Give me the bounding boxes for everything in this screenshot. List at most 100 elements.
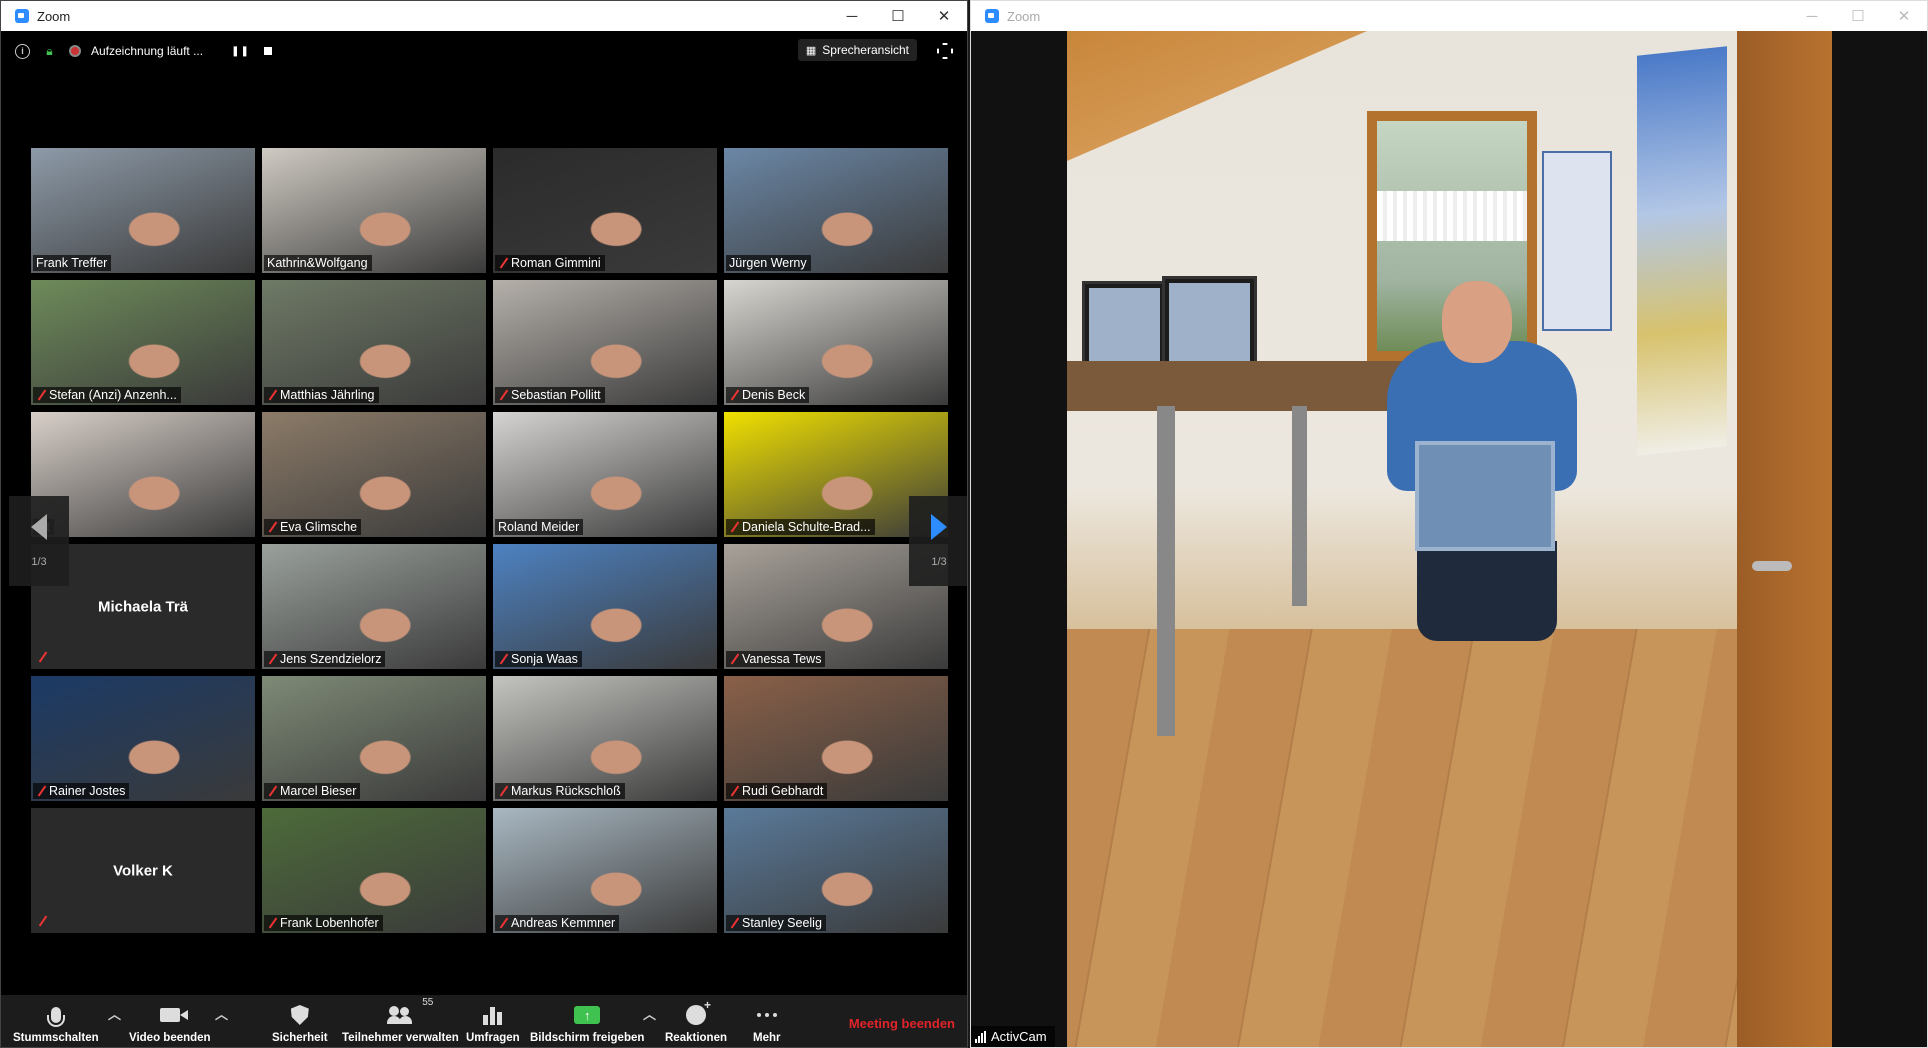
muted-mic-icon (498, 785, 508, 797)
participant-tile[interactable]: Frank Treffer (31, 148, 255, 273)
muted-mic-icon (498, 653, 508, 665)
active-speaker-video[interactable] (1067, 31, 1832, 1047)
participant-tile[interactable]: Matthias Jährling (262, 280, 486, 405)
muted-mic-icon (729, 785, 739, 797)
participant-name-label: Stanley Seelig (726, 915, 826, 931)
pause-recording-button[interactable]: ❚❚ (231, 46, 250, 57)
microphone-icon (46, 1007, 65, 1027)
maximize-button[interactable]: ☐ (1835, 1, 1881, 31)
shield-icon (290, 1005, 309, 1025)
stop-recording-button[interactable] (263, 47, 272, 55)
next-page-button[interactable]: 1/3 (909, 496, 967, 586)
participant-name: Volker K (113, 862, 173, 879)
zoom-gallery-window: Zoom ─ ☐ ✕ i 🔒︎ Aufzeichnung läuft ... ❚… (0, 0, 968, 1048)
participant-name: Sebastian Pollitt (511, 388, 601, 402)
video-options-caret[interactable]: ︿ (215, 1004, 228, 1023)
muted-mic-icon (729, 521, 739, 533)
grid-icon: ▦ (805, 44, 817, 57)
more-dots-icon (756, 1013, 777, 1017)
participant-tile[interactable]: Eva Glimsche (262, 412, 486, 537)
muted-mic-icon (267, 521, 277, 533)
participant-name-label: Stefan (Anzi) Anzenh... (33, 387, 181, 403)
participant-name: Daniela Schulte-Brad... (742, 520, 871, 534)
participant-tile[interactable]: Jens Szendzielorz (262, 544, 486, 669)
maximize-button[interactable]: ☐ (875, 1, 921, 31)
audio-options-caret[interactable]: ︿ (108, 1004, 121, 1023)
muted-mic-icon (36, 785, 46, 797)
participant-tile[interactable]: Rainer Jostes (31, 676, 255, 801)
participant-tile[interactable]: Rudi Gebhardt (724, 676, 948, 801)
arrow-left-icon (31, 514, 47, 540)
page-indicator: 1/3 (931, 556, 947, 568)
meeting-toolbar: Stummschalten ︿ Video beenden ︿ Sicherhe… (1, 995, 967, 1047)
participant-name-label: Roland Meider (495, 519, 584, 535)
speaker-view-button[interactable]: ▦ Sprecheransicht (797, 39, 917, 61)
participant-count: 55 (422, 997, 434, 1008)
bottle-crate (1415, 441, 1555, 551)
participant-name-label: Rudi Gebhardt (726, 783, 828, 799)
participant-tile[interactable]: Volker K (31, 808, 255, 933)
speaker-name: ActivCam (991, 1029, 1047, 1044)
participant-tile[interactable]: Roman Gimmini (493, 148, 717, 273)
minimize-button[interactable]: ─ (1789, 1, 1835, 31)
reactions-button[interactable]: Reaktionen (665, 998, 727, 1044)
participant-name-label: Jens Szendzielorz (264, 651, 386, 667)
participant-tile[interactable]: Roland Meider (493, 412, 717, 537)
participant-name-label: Denis Beck (726, 387, 810, 403)
camera-icon (159, 1008, 188, 1022)
lock-icon[interactable]: 🔒︎ (42, 44, 57, 59)
participant-tile[interactable]: Denis Beck (724, 280, 948, 405)
person-lifting-crate (1367, 281, 1597, 661)
participant-name-label: Frank Treffer (33, 255, 112, 271)
security-button[interactable]: Sicherheit (272, 1003, 328, 1044)
close-button[interactable]: ✕ (1881, 1, 1927, 31)
participant-name: Denis Beck (742, 388, 806, 402)
participant-tile[interactable]: Jürgen Werny (724, 148, 948, 273)
signal-strength-icon (975, 1030, 986, 1043)
participant-name: Rainer Jostes (49, 784, 126, 798)
zoom-speaker-window: Zoom ─ ☐ ✕ ActivCam (970, 0, 1928, 1048)
share-arrow-icon: ↑ (574, 1006, 601, 1024)
polls-button[interactable]: Umfragen (466, 1003, 520, 1044)
participant-tile[interactable]: Stefan (Anzi) Anzenh... (31, 280, 255, 405)
participant-tile[interactable]: Sebastian Pollitt (493, 280, 717, 405)
more-button[interactable]: Mehr (753, 1003, 780, 1044)
speaker-name-label: ActivCam (971, 1026, 1055, 1047)
participant-name-label: Sonja Waas (495, 651, 582, 667)
manage-participants-button[interactable]: 55 Teilnehmer verwalten (342, 997, 459, 1044)
participant-tile[interactable]: Markus Rückschloß (493, 676, 717, 801)
wall-map-poster (1637, 46, 1727, 456)
share-screen-button[interactable]: ↑ Bildschirm freigeben (530, 1003, 644, 1044)
share-label: Bildschirm freigeben (530, 1032, 645, 1044)
close-button[interactable]: ✕ (921, 1, 967, 31)
previous-page-button[interactable]: 1/3 (9, 496, 69, 586)
participant-name: Roman Gimmini (511, 256, 601, 270)
muted-mic-icon (37, 915, 47, 927)
share-options-caret[interactable]: ︿ (643, 1004, 656, 1023)
muted-mic-icon (729, 389, 739, 401)
muted-mic-icon (267, 785, 277, 797)
video-label: Video beenden (129, 1032, 211, 1044)
participant-name-label: Vanessa Tews (726, 651, 826, 667)
info-icon[interactable]: i (15, 43, 30, 59)
muted-mic-icon (267, 389, 277, 401)
fullscreen-icon[interactable] (937, 43, 953, 59)
door (1737, 31, 1832, 1047)
participant-tile[interactable]: Andreas Kemmner (493, 808, 717, 933)
participant-tile[interactable]: Stanley Seelig (724, 808, 948, 933)
minimize-button[interactable]: ─ (829, 1, 875, 31)
participant-tile[interactable]: Frank Lobenhofer (262, 808, 486, 933)
end-meeting-button[interactable]: Meeting beenden (849, 1016, 955, 1031)
zoom-logo-icon (985, 9, 999, 23)
participant-tile[interactable]: Marcel Bieser (262, 676, 486, 801)
participant-tile[interactable]: Sonja Waas (493, 544, 717, 669)
stop-video-button[interactable]: Video beenden (129, 1003, 211, 1044)
muted-mic-icon (729, 653, 739, 665)
participant-name: Markus Rückschloß (511, 784, 621, 798)
window-title: Zoom (37, 8, 71, 24)
mute-button[interactable]: Stummschalten (13, 1003, 99, 1044)
participant-name-label: Daniela Schulte-Brad... (726, 519, 875, 535)
letterbox-left (971, 31, 1067, 1047)
participant-name: Michaela Trä (97, 598, 189, 615)
participant-tile[interactable]: Kathrin&Wolfgang (262, 148, 486, 273)
